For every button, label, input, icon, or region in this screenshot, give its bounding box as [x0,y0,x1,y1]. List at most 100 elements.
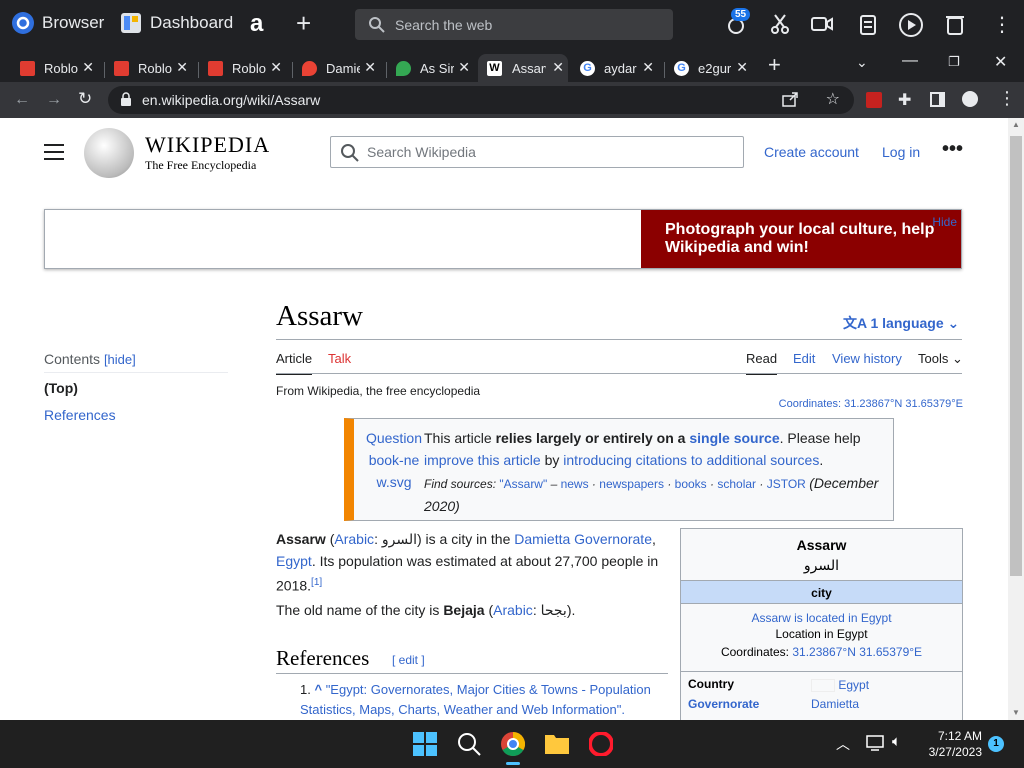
tab-aydar[interactable]: Gaydar ✕ [580,54,658,82]
close-tab-icon[interactable]: ✕ [270,59,282,76]
references-edit-link[interactable]: [ edit ] [392,653,425,667]
tools-menu[interactable]: Tools ⌄ [918,351,963,367]
new-tab-button[interactable]: + [768,52,781,78]
play-button[interactable] [898,12,923,37]
tab-e2gur[interactable]: Ge2gur ✕ [674,54,752,82]
single-source-link[interactable]: single source [689,430,779,446]
show-hidden-icons-button[interactable]: ︿ [836,734,850,754]
governorate-link[interactable]: Damietta [811,697,859,711]
tab-talk[interactable]: Talk [328,351,351,366]
egypt-link[interactable]: Egypt [276,553,312,569]
tab-damietta[interactable]: Damietta✕ [302,54,380,82]
taskbar-search-button[interactable] [457,732,481,761]
file-explorer-button[interactable] [545,732,569,759]
close-tab-icon[interactable]: ✕ [82,59,94,76]
forward-button[interactable]: → [46,91,62,109]
chrome-menu-button[interactable]: ⋮ [998,88,1016,109]
profile-button[interactable] [962,91,978,107]
reload-button[interactable]: ↻ [78,89,92,109]
wikipedia-wordmark[interactable]: WIKIPEDIA The Free Encyclopedia [145,132,270,173]
language-selector[interactable]: 文A 1 language ⌄ [843,313,959,333]
dashboard-button[interactable]: Dashboard [120,12,233,34]
citation-1-link[interactable]: [1] [311,577,322,588]
tab-read[interactable]: Read [746,351,778,375]
tab-search-button[interactable]: ⌄ [856,54,868,71]
user-menu-button[interactable]: ••• [942,138,963,161]
top-menu-button[interactable]: ⋮ [992,12,1016,36]
banner-hide-link[interactable]: Hide [932,215,957,229]
tab-article[interactable]: Article [276,351,313,375]
chrome-taskbar-button[interactable] [501,732,526,761]
close-tab-icon[interactable]: ✕ [552,59,564,76]
close-tab-icon[interactable]: ✕ [458,59,470,76]
ref-backlink[interactable]: ^ [314,682,322,697]
toc-item-references[interactable]: References [44,407,116,423]
close-tab-icon[interactable]: ✕ [176,59,188,76]
tab-roblox-2[interactable]: Roblox✕ [114,54,192,82]
scrollbar-thumb[interactable] [1010,136,1022,576]
trash-button[interactable] [944,12,968,36]
reference-link[interactable]: "Egypt: Governorates, Major Cities & Tow… [300,682,651,717]
opera-taskbar-button[interactable] [588,731,614,761]
scroll-up-icon[interactable]: ▲ [1012,120,1020,129]
network-icon[interactable] [866,735,884,756]
video-button[interactable] [810,12,834,36]
find-query-link[interactable]: "Assarw" [499,477,547,491]
extension-red-button[interactable] [866,92,882,108]
scholar-link[interactable]: scholar [717,477,756,491]
tab-roblox-3[interactable]: Roblox✕ [208,54,286,82]
coordinates-top[interactable]: Coordinates: 31.23867°N 31.65379°E [779,398,963,410]
close-tab-icon[interactable]: ✕ [642,59,654,76]
add-shortcut-button[interactable]: + [296,8,311,39]
books-link[interactable]: books [675,477,707,491]
arabic-link[interactable]: Arabic [334,531,374,547]
create-account-link[interactable]: Create account [764,144,859,160]
tab-assarw[interactable]: W Assarw ✕ [478,54,568,82]
side-panel-button[interactable] [930,92,945,107]
newspapers-link[interactable]: newspapers [599,477,664,491]
browser-home-button[interactable]: Browser [12,12,104,34]
damietta-governorate-link[interactable]: Damietta Governorate [514,531,652,547]
country-link[interactable]: Egypt [838,678,869,692]
back-button[interactable]: ← [14,91,30,109]
restore-button[interactable]: ❐ [948,54,960,70]
address-bar[interactable]: en.wikipedia.org/wiki/Assarw ☆ [108,86,854,114]
amazon-shortcut[interactable]: a [250,10,263,38]
notes-button[interactable] [856,12,880,36]
close-tab-icon[interactable]: ✕ [364,59,376,76]
share-icon[interactable] [782,91,798,110]
infobox-coordinates-link[interactable]: 31.23867°N 31.65379°E [792,645,922,659]
close-window-button[interactable]: ✕ [994,52,1007,72]
notification-count-badge[interactable]: 1 [988,736,1004,752]
tab-as-sirw[interactable]: As Sirw✕ [396,54,474,82]
minimize-button[interactable]: — [902,52,918,70]
log-in-link[interactable]: Log in [882,144,920,160]
improve-article-link[interactable]: improve this article [424,452,541,468]
page-scrollbar[interactable]: ▲ ▼ [1008,118,1024,720]
tab-view-history[interactable]: View history [832,351,902,366]
extensions-button[interactable]: ✚ [898,90,911,110]
toc-item-top[interactable]: (Top) [44,380,78,396]
wikipedia-search-input[interactable]: Search Wikipedia [330,136,744,168]
close-tab-icon[interactable]: ✕ [736,59,748,76]
toc-hide-link[interactable]: [hide] [104,352,136,367]
wikipedia-globe-logo[interactable] [84,128,134,178]
tab-edit[interactable]: Edit [793,351,815,366]
arabic-link[interactable]: Arabic [493,602,533,618]
campaign-banner-text[interactable]: Photograph your local culture, help Wiki… [641,210,961,268]
clock[interactable]: 7:12 AM 3/27/2023 [922,728,982,760]
scroll-down-icon[interactable]: ▼ [1012,708,1020,717]
introducing-citations-link[interactable]: introducing citations to additional sour… [563,452,819,468]
cut-button[interactable] [768,12,792,36]
governorate-label[interactable]: Governorate [688,697,759,711]
country-value[interactable]: Egypt [811,678,869,693]
main-menu-button[interactable] [44,144,64,160]
start-button[interactable] [413,732,437,761]
jstor-link[interactable]: JSTOR [767,477,806,491]
volume-icon[interactable]: 🔈︎ [892,733,901,750]
bookmark-star-icon[interactable]: ☆ [826,89,840,109]
infobox-map[interactable]: Assarw is located in Egypt [681,611,962,625]
news-link[interactable]: news [561,477,589,491]
web-search-box[interactable]: Search the web [355,9,673,40]
tab-roblox-1[interactable]: Roblox✕ [20,54,98,82]
